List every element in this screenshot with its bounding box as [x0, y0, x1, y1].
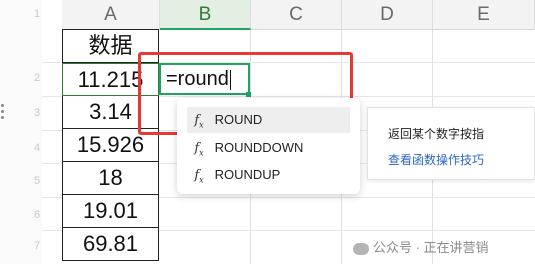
suggestion-label: ROUNDDOWN	[214, 140, 304, 155]
function-description: 返回某个数字按指	[388, 127, 485, 141]
watermark-text: 公众号 · 正在讲营销	[373, 240, 489, 255]
column-header-d[interactable]: D	[342, 0, 433, 30]
cell-a6[interactable]: 19.01	[62, 195, 159, 228]
wechat-icon	[353, 242, 369, 255]
watermark: 公众号 · 正在讲营销	[353, 237, 489, 256]
column-header-e[interactable]: E	[433, 0, 535, 30]
row-number[interactable]: 5	[34, 175, 44, 187]
row-number[interactable]: 1	[34, 8, 44, 20]
column-header-b[interactable]: B	[160, 0, 251, 30]
suggestion-label: ROUND	[214, 112, 263, 127]
row-number[interactable]: 4	[34, 142, 44, 154]
drag-handle-icon[interactable]	[0, 104, 6, 124]
function-tooltip: 返回某个数字按指 查看函数操作技巧	[367, 107, 535, 180]
cell-a5[interactable]: 18	[62, 162, 159, 195]
row-gutter: 1 2 3 4 5 6 7	[0, 0, 42, 264]
suggestion-rounddown[interactable]: fx ROUNDDOWN	[187, 135, 350, 161]
row-number[interactable]: 7	[34, 240, 44, 252]
cell-a7[interactable]: 69.81	[62, 228, 159, 261]
column-header-c[interactable]: C	[251, 0, 342, 30]
row-number[interactable]: 6	[34, 209, 44, 221]
function-icon: fx	[194, 168, 204, 185]
spreadsheet: 1 2 3 4 5 6 7 A B C D E 数据 11.215 3.14 1…	[0, 0, 535, 264]
suggestion-roundup[interactable]: fx ROUNDUP	[187, 162, 350, 188]
column-header-a[interactable]: A	[62, 0, 160, 30]
function-icon: fx	[194, 113, 204, 130]
function-suggestion-popup: fx ROUND fx ROUNDDOWN fx ROUNDUP	[177, 98, 360, 194]
function-tips-link[interactable]: 查看函数操作技巧	[388, 151, 484, 168]
row-number[interactable]: 2	[34, 72, 44, 84]
row-number[interactable]: 3	[34, 107, 44, 119]
suggestion-label: ROUNDUP	[214, 167, 281, 182]
suggestion-round[interactable]: fx ROUND	[187, 107, 350, 133]
